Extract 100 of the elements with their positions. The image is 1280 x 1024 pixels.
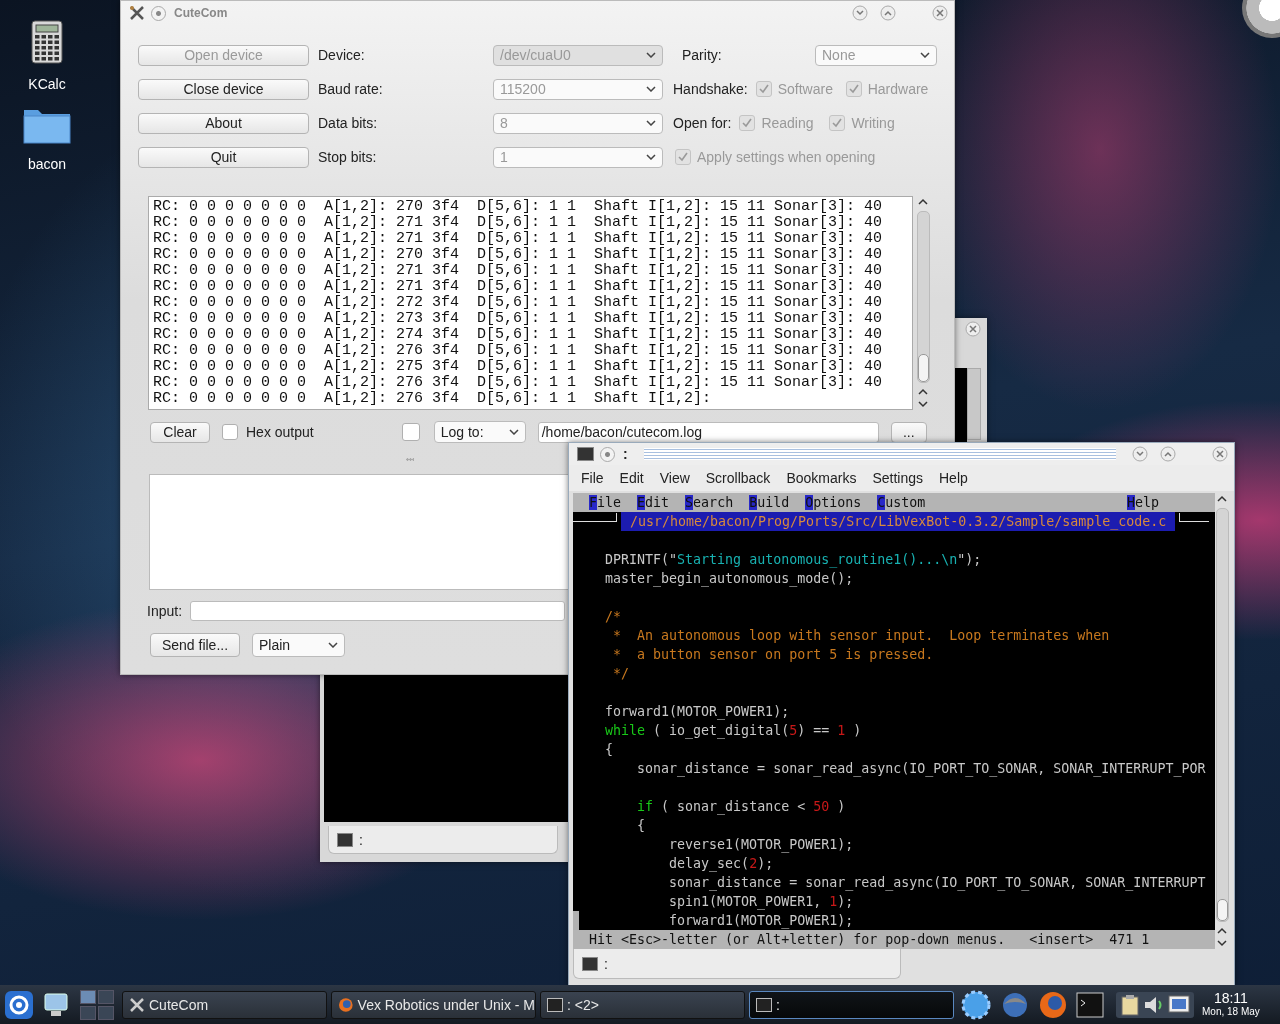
editor-menu-item[interactable]: File: [589, 493, 622, 512]
send-file-button[interactable]: Send file...: [150, 633, 240, 657]
chevron-down-icon: [920, 52, 930, 58]
code-line: spin1(MOTOR_POWER1, 1);: [668, 893, 855, 911]
checkbox-label[interactable]: Hex output: [246, 424, 314, 440]
push-button[interactable]: About: [138, 112, 309, 134]
chevron-down-icon: [508, 429, 519, 435]
menu-item[interactable]: View: [651, 470, 698, 486]
code-line: DPRINTF("Starting autonomous_routine1()...\n");: [605, 551, 983, 569]
calculator-icon[interactable]: [31, 20, 63, 64]
code-line: forward1(MOTOR_POWER1);: [605, 703, 791, 721]
maximize-icon[interactable]: [880, 5, 896, 21]
minimize-icon[interactable]: [852, 5, 868, 21]
close-icon[interactable]: [965, 321, 981, 337]
output-line: RC: 0 0 0 0 0 0 0 A[1,2]: 270 3f4 D[5,6]: 1 1 Shaft I[1,2]: 15 11 Sonar[3]: 40: [153, 247, 884, 263]
code-line: sonar_distance = sonar_read_async(IO_PORT_TO_SONAR, SONAR_INTERRUPT: [668, 874, 1207, 892]
launcher-icon[interactable]: [4, 989, 34, 1020]
status-hint: Hit <Esc>-letter (or Alt+letter) for pop-down menus.: [589, 931, 1006, 949]
display-icon[interactable]: [1168, 993, 1190, 1016]
field-label: Baud rate:: [317, 81, 384, 97]
minimize-icon[interactable]: [1132, 446, 1148, 462]
window-title: CuteCom: [174, 6, 228, 20]
taskbar-button[interactable]: : <2>: [540, 990, 745, 1019]
scroll-down-icon[interactable]: [918, 398, 928, 410]
tools-icon[interactable]: [129, 5, 145, 21]
chevron-down-icon: [646, 154, 656, 160]
taskbar-button[interactable]: :: [749, 990, 954, 1019]
tools-icon: [129, 996, 145, 1013]
taskbar-button[interactable]: CuteCom: [122, 990, 327, 1019]
editor-menu-item[interactable]: Build: [749, 493, 790, 512]
editor-menu-item[interactable]: Help: [1126, 493, 1159, 512]
field-label: Open for:: [673, 115, 732, 131]
window-title: :: [623, 446, 628, 462]
dropdown[interactable]: Log to:: [433, 421, 526, 443]
editor-menu-item[interactable]: Edit: [637, 493, 670, 512]
clipboard-icon[interactable]: [1120, 993, 1140, 1016]
menu-item[interactable]: Help: [931, 470, 976, 486]
code-line: * An autonomous loop with sensor input. Loop terminates when: [612, 627, 1111, 645]
globe-gear-icon[interactable]: [960, 988, 992, 1021]
splitter-handle[interactable]: [406, 457, 414, 461]
field-label: Device:: [317, 47, 366, 63]
push-button[interactable]: Quit: [138, 146, 309, 168]
chevron-down-icon: [328, 642, 338, 648]
scroll-track[interactable]: [916, 211, 930, 383]
menu-item[interactable]: Edit: [611, 470, 652, 486]
code-line: forward1(MOTOR_POWER1);: [668, 912, 855, 930]
output-line: RC: 0 0 0 0 0 0 0 A[1,2]: 271 3f4 D[5,6]: 1 1 Shaft I[1,2]: 15 11 Sonar[3]: 40: [153, 263, 884, 279]
input-field[interactable]: [190, 601, 566, 621]
field-label: Handshake:: [673, 81, 748, 97]
menu-item[interactable]: Bookmarks: [778, 470, 865, 486]
scrollbar[interactable]: [967, 368, 981, 440]
output-line: RC: 0 0 0 0 0 0 0 A[1,2]: 276 3f4 D[5,6]: 1 1 Shaft I[1,2]: 15 11 Sonar[3]: 40: [153, 375, 884, 391]
monitor-icon[interactable]: [42, 990, 70, 1019]
editor-menu-item[interactable]: Custom: [877, 493, 926, 512]
fox-globe-icon: [338, 996, 354, 1013]
output-line: RC: 0 0 0 0 0 0 0 A[1,2]: 276 3f4 D[5,6]: 1 1 Shaft I[1,2]: 15 11 Sonar[3]: 40: [153, 343, 884, 359]
clock[interactable]: 18:11 Mon, 18 May: [1202, 990, 1260, 1019]
close-icon[interactable]: [932, 5, 948, 21]
field-label: Stop bits:: [317, 149, 378, 165]
session-tab[interactable]: :: [328, 826, 558, 854]
editor-menu-item[interactable]: Options: [805, 493, 862, 512]
menu-item[interactable]: Settings: [864, 470, 931, 486]
code-line: reverse1(MOTOR_POWER1);: [668, 836, 855, 854]
terminal-icon: [756, 997, 772, 1012]
scroll-down-icon[interactable]: [1217, 937, 1227, 949]
output-line: RC: 0 0 0 0 0 0 0 A[1,2]: 274 3f4 D[5,6]: 1 1 Shaft I[1,2]: 15 11 Sonar[3]: 40: [153, 327, 884, 343]
maximize-icon[interactable]: [1160, 446, 1176, 462]
checkbox[interactable]: [222, 424, 238, 440]
dropdown[interactable]: Plain: [252, 633, 345, 657]
terminal-icon: [547, 997, 563, 1012]
editor-menu-item[interactable]: Search: [685, 493, 734, 512]
browse-button[interactable]: ...: [890, 421, 927, 443]
output-line: RC: 0 0 0 0 0 0 0 A[1,2]: 271 3f4 D[5,6]: 1 1 Shaft I[1,2]: 15 11 Sonar[3]: 40: [153, 231, 884, 247]
desktop-pager[interactable]: [80, 989, 114, 1020]
clear-button[interactable]: Clear: [150, 421, 210, 443]
pin-icon[interactable]: [151, 5, 166, 21]
menu-item[interactable]: Scrollback: [697, 470, 779, 486]
terminal-icon[interactable]: [1076, 991, 1104, 1018]
scroll-thumb[interactable]: [1216, 899, 1228, 921]
push-button[interactable]: Close device: [138, 78, 309, 100]
taskbar-button[interactable]: Vex Robotics under Unix - M: [331, 990, 536, 1019]
chevron-down-icon: [646, 52, 656, 58]
session-tab[interactable]: :: [573, 949, 901, 979]
edit-mode: <insert>: [1029, 931, 1094, 949]
desktop-icon-label[interactable]: bacon: [27, 156, 67, 172]
output-line: RC: 0 0 0 0 0 0 0 A[1,2]: 273 3f4 D[5,6]: 1 1 Shaft I[1,2]: 15 11 Sonar[3]: 40: [153, 311, 884, 327]
code-line: /*: [605, 608, 623, 626]
scroll-thumb[interactable]: [917, 354, 929, 382]
terminal-icon[interactable]: [577, 447, 594, 461]
checkbox[interactable]: [401, 423, 420, 441]
menu-item[interactable]: File: [573, 470, 612, 486]
code-line: master_begin_autonomous_mode();: [605, 570, 855, 588]
log-path-field[interactable]: /home/bacon/cutecom.log: [537, 421, 879, 443]
output-line: RC: 0 0 0 0 0 0 0 A[1,2]: 271 3f4 D[5,6]: 1 1 Shaft I[1,2]: 15 11 Sonar[3]: 40: [153, 215, 884, 231]
close-icon[interactable]: [1212, 446, 1228, 462]
pin-icon[interactable]: [600, 446, 615, 462]
field-label: Input:: [147, 603, 183, 619]
fox-globe-icon[interactable]: [1038, 989, 1068, 1020]
code-line: sonar_distance = sonar_read_async(IO_PORT_TO_SONAR, SONAR_INTERRUPT_POR: [636, 760, 1207, 778]
desktop-icon-label[interactable]: KCalc: [28, 76, 66, 92]
